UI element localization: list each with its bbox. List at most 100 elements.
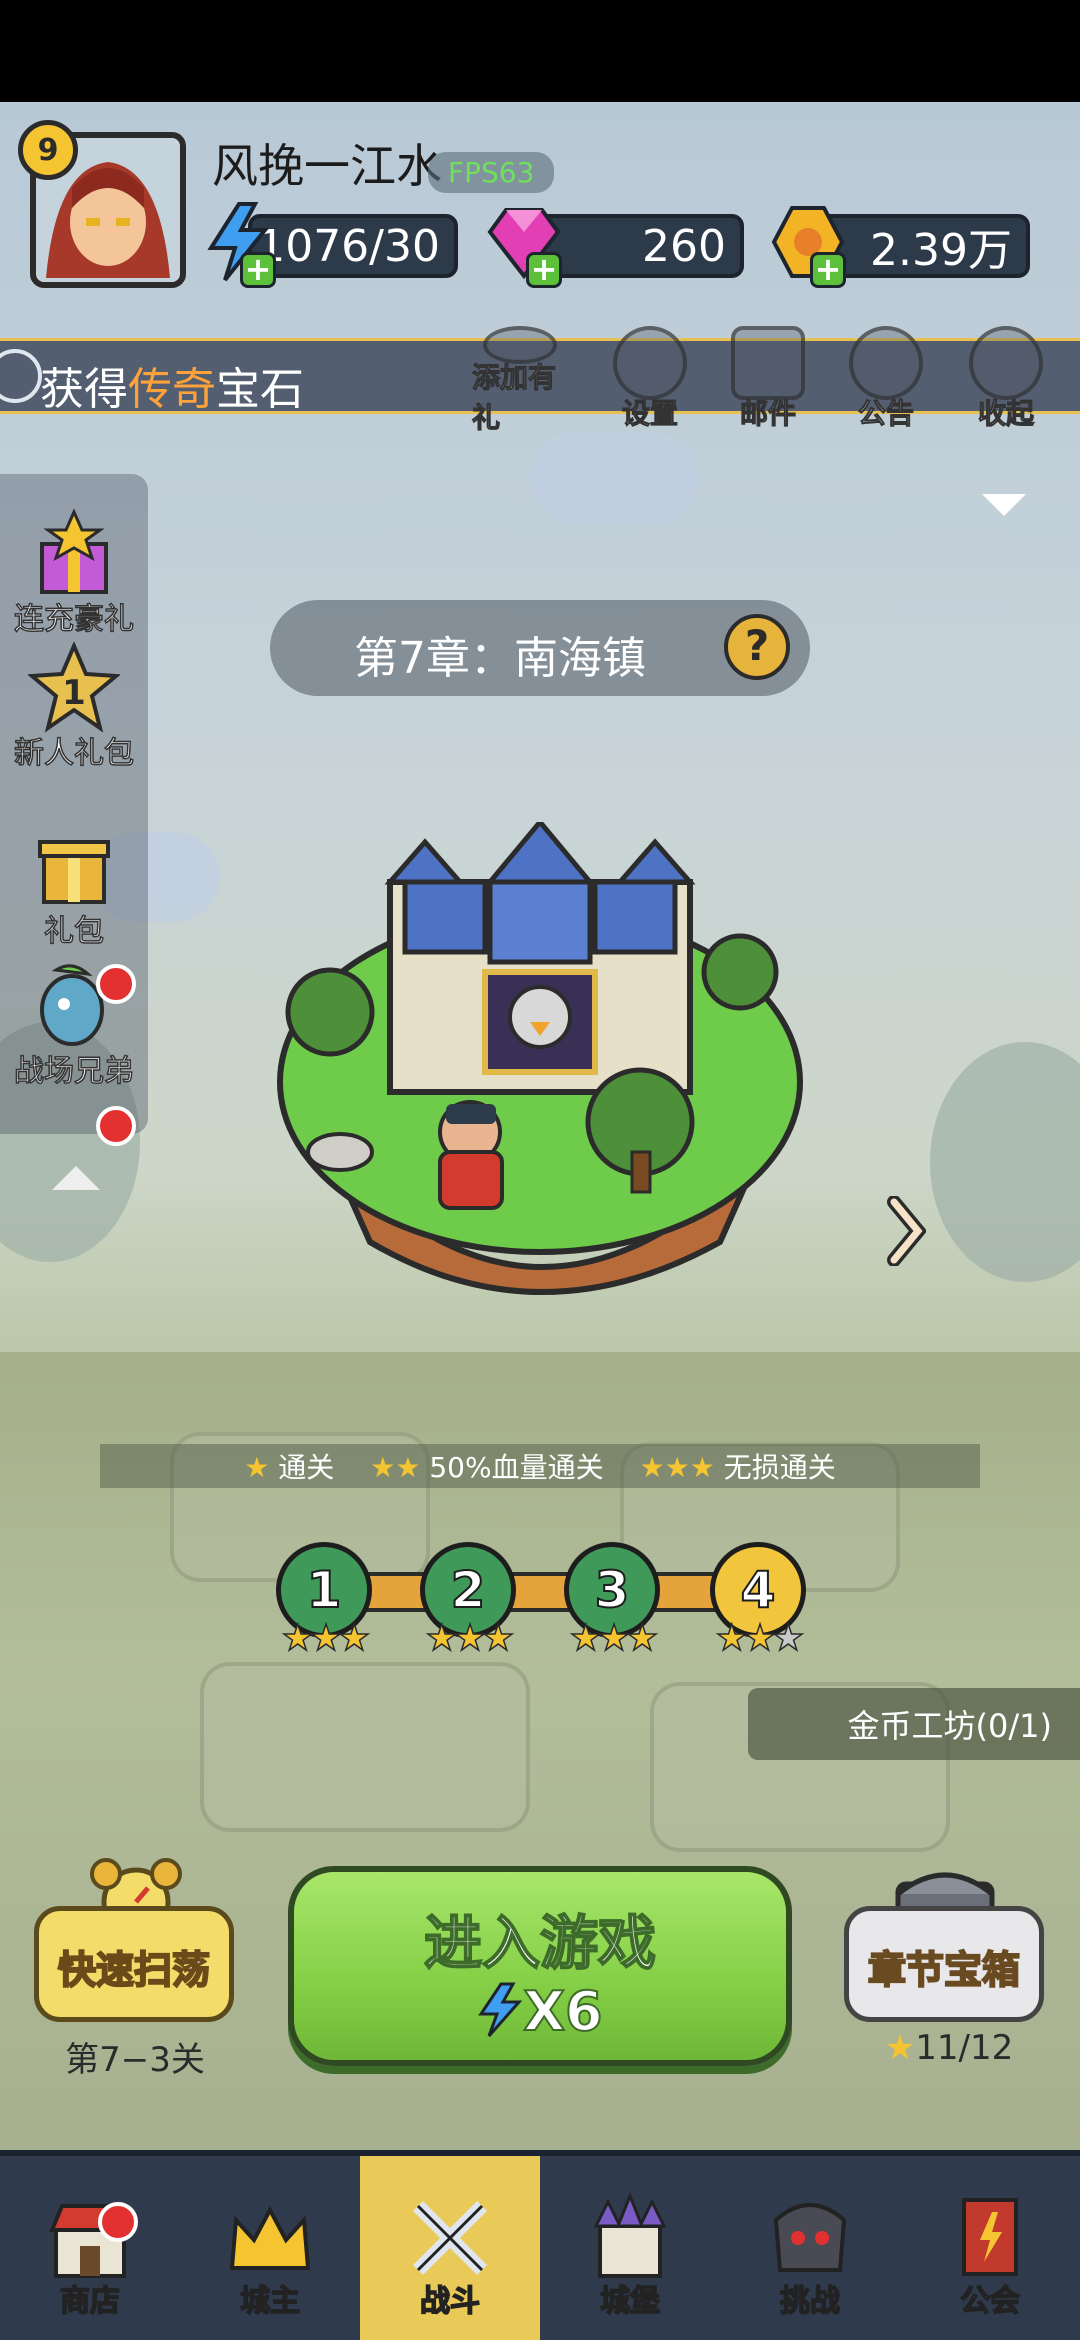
background-tree <box>930 1042 1080 1282</box>
enter-game-button[interactable]: 进入游戏 X6 <box>288 1866 792 2066</box>
star-filled-icon: ★ <box>337 1617 371 1660</box>
gift-icon <box>38 840 110 904</box>
star-filled-icon: ★ <box>715 1617 749 1660</box>
quick-sweep-stage: 第7−3关 <box>65 2040 205 2080</box>
svg-text:1: 1 <box>62 673 86 713</box>
notification-dot <box>96 1106 136 1146</box>
star-filled-icon: ★ <box>425 1617 459 1660</box>
player-name: 风挽一江水 <box>212 139 442 193</box>
star-filled-icon: ★ <box>309 1617 343 1660</box>
add-gems-button[interactable]: + <box>526 252 562 288</box>
star-filled-icon: ★ <box>453 1617 487 1660</box>
add-gift-label: 添加有礼 <box>471 360 557 435</box>
star-filled-icon: ★ <box>625 1617 659 1660</box>
add-gift-button[interactable]: 添加有礼 <box>471 326 568 436</box>
gift-box-icon <box>40 508 108 594</box>
chapter-chest-progress: ★11/12 <box>874 2028 1024 2068</box>
chapter-chest-label: 章节宝箱 <box>867 1947 1021 1993</box>
nav-label: 挑战 <box>779 2283 841 2320</box>
chapter-chest-progress-value: 11/12 <box>915 2028 1014 2068</box>
star-filled-icon: ★ <box>743 1617 777 1660</box>
nav-tab-challenge[interactable]: 挑战 <box>720 2156 900 2340</box>
gold-workshop-button[interactable]: 金币工坊(0/1) <box>748 1688 1080 1760</box>
legend-one-star: ★ 通关 <box>244 1451 335 1484</box>
add-gold-button[interactable]: + <box>810 252 846 288</box>
gear-icon <box>613 326 687 400</box>
castle-island-illustration[interactable] <box>260 822 820 1342</box>
nav-tab-battle[interactable]: 战斗 <box>360 2156 540 2340</box>
stage-1-stars: ★★★ <box>264 1617 384 1660</box>
sidebar-label: 礼包 <box>43 913 105 950</box>
lightning-energy-icon <box>478 1982 523 2037</box>
star-filled-icon: ★ <box>281 1617 315 1660</box>
notification-dot <box>98 2202 138 2242</box>
notification-dot <box>96 964 136 1004</box>
star-criteria-legend: ★ 通关 ★★ 50%血量通关 ★★★ 无损通关 <box>100 1444 980 1488</box>
chapter-title: 第7章：南海镇 <box>354 633 646 684</box>
announcement-label: 公告 <box>857 396 915 431</box>
quick-sweep-label: 快速扫荡 <box>57 1947 211 1993</box>
ticker-suffix: 宝石 <box>216 364 304 415</box>
castle-icon <box>593 2191 667 2278</box>
nav-label: 商店 <box>59 2283 121 2320</box>
chevron-down-icon[interactable] <box>982 494 1026 516</box>
star-empty-icon: ★ <box>771 1617 805 1660</box>
mail-label: 邮件 <box>739 396 797 431</box>
stage-2-stars: ★★★ <box>408 1617 528 1660</box>
help-button[interactable]: ? <box>724 614 790 680</box>
nav-tab-castle[interactable]: 城堡 <box>540 2156 720 2340</box>
chapter-title-bar: 第7章：南海镇 ? <box>270 600 810 696</box>
announcement-button[interactable]: 公告 <box>838 326 934 436</box>
star-filled-icon: ★ <box>569 1617 603 1660</box>
ticker-message: 获得传奇宝石 <box>40 353 304 417</box>
nav-label: 城堡 <box>599 2283 661 2320</box>
stage-4-stars: ★★★ <box>698 1617 818 1660</box>
legend-two-star: ★★ 50%血量通关 <box>370 1451 604 1484</box>
enter-game-cost-value: X6 <box>522 1979 603 2044</box>
mail-button[interactable]: 邮件 <box>720 326 816 436</box>
envelope-icon <box>731 326 805 400</box>
nav-label: 战斗 <box>419 2283 481 2320</box>
sidebar-item-gift-pack[interactable]: 礼包 <box>0 820 148 950</box>
crown-icon <box>229 2205 311 2270</box>
guild-banner-icon <box>962 2198 1018 2276</box>
ground-stone <box>200 1662 530 1832</box>
star-filled-icon: ★ <box>481 1617 515 1660</box>
collapse-label: 收起 <box>977 396 1035 431</box>
settings-button[interactable]: 设置 <box>602 326 698 436</box>
settings-label: 设置 <box>621 396 679 431</box>
cloud <box>530 432 700 524</box>
sidebar-item-recharge-gift[interactable]: 连充豪礼 <box>0 508 148 638</box>
nav-tab-shop[interactable]: 商店 <box>0 2156 180 2340</box>
play-icon <box>969 326 1043 400</box>
enter-game-label: 进入游戏 <box>423 1908 657 1978</box>
zz-icon <box>0 349 42 403</box>
nav-label: 城主 <box>239 2283 301 2320</box>
chapter-chest-button[interactable]: 章节宝箱 <box>844 1906 1044 2022</box>
add-energy-button[interactable]: + <box>240 252 276 288</box>
enter-game-cost: X6 <box>294 1979 786 2044</box>
next-chapter-arrow-icon[interactable] <box>886 1196 926 1266</box>
chevron-up-icon[interactable] <box>52 1166 100 1190</box>
stage-3-stars: ★★★ <box>552 1617 672 1660</box>
fps-counter: FPS63 <box>428 152 555 193</box>
bottom-nav: 商店 城主 战斗 城堡 挑战 公会 <box>0 2150 1080 2340</box>
ticker-highlight: 传奇 <box>128 364 216 415</box>
nav-tab-guild[interactable]: 公会 <box>900 2156 1080 2340</box>
nav-label: 公会 <box>959 2283 1021 2320</box>
megaphone-icon <box>849 326 923 400</box>
nav-tab-lord[interactable]: 城主 <box>180 2156 360 2340</box>
star-icon: ★ <box>884 2028 916 2068</box>
sidebar-label: 战场兄弟 <box>13 1053 135 1090</box>
stage-progress-track <box>316 1572 776 1612</box>
sidebar-item-newbie-pack[interactable]: 1 新人礼包 <box>0 642 148 772</box>
sidebar-label: 新人礼包 <box>13 735 135 772</box>
ticker-prefix: 获得 <box>40 364 128 415</box>
star-one-icon: 1 <box>28 642 120 733</box>
crossed-swords-icon <box>413 2201 487 2275</box>
player-level-badge: 9 <box>18 120 78 180</box>
collapse-button[interactable]: 收起 <box>958 326 1054 436</box>
quick-sweep-button[interactable]: 快速扫荡 <box>34 1906 234 2022</box>
star-filled-icon: ★ <box>597 1617 631 1660</box>
sidebar-label: 连充豪礼 <box>13 601 135 638</box>
